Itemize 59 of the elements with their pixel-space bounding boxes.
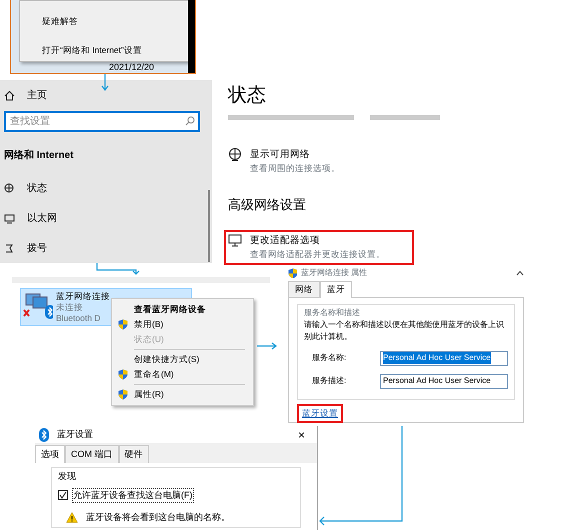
scrollbar [208,190,210,262]
menu-item[interactable]: 疑难解答 [42,15,188,28]
checkbox[interactable] [58,490,68,500]
shield-icon [118,369,128,380]
warning-text: 蓝牙设备将会看到这台电脑的名称。 [86,511,230,524]
text-field[interactable]: Personal Ad Hoc User Service [380,350,508,366]
device-name: Bluetooth D [56,313,102,324]
page-title: 状态 [228,84,267,108]
section-heading: 高级网络设置 [228,196,307,214]
ethernet-icon [4,213,15,224]
tab[interactable]: 选项 [35,444,65,463]
shield-icon [118,319,128,330]
placeholder-bar [370,114,440,120]
shield-icon [118,389,128,400]
nav-item[interactable]: 状态 [27,181,47,196]
connection-name: 蓝牙网络连接 [56,291,110,302]
tab[interactable]: 硬件 [118,444,148,463]
nav-item[interactable]: 主页 [27,88,47,103]
link-title: 更改适配器选项 [250,234,321,248]
shield-icon [288,268,297,278]
search-icon [185,116,195,126]
tab[interactable]: 蓝牙 [320,281,352,298]
link-title: 显示可用网络 [250,148,311,162]
window-title: 蓝牙设置 [57,428,93,441]
group-title: 服务名称和描述 [304,306,361,319]
settings-link[interactable]: 显示可用网络 查看周围的连接选项。 [224,144,394,178]
warning-icon [66,512,78,524]
chevron-icon [516,270,524,276]
instructions-text: 请输入一个名称和描述以便在其他能使用蓝牙的设备上识别此计算机。 [304,318,505,343]
menu-item[interactable]: 打开“网络和 Internet”设置 [42,44,188,56]
settings-link[interactable]: 更改适配器选项 查看网络适配器并更改连接设置。 [224,230,414,265]
network-adapter-icon [23,291,53,321]
menu-item[interactable]: 创建快捷方式(S) [112,352,253,367]
group-title: 发现 [58,470,77,483]
menu-item[interactable]: 属性(R) [112,387,253,402]
nav-item[interactable]: 以太网 [27,211,57,226]
nav-item[interactable]: 拨号 [27,241,47,256]
section-heading: 网络和 Internet [4,148,74,163]
close-button[interactable]: × [298,426,305,444]
taskbar-date: 2021/12/20 [109,61,154,73]
checkmark-icon [59,491,67,500]
menu-item[interactable]: 重命名(M) [112,367,253,382]
monitor-icon [228,234,242,248]
link-description: 查看周围的连接选项。 [250,162,340,174]
tab[interactable]: COM 端口 [65,444,118,463]
window-title: 蓝牙网络连接 属性 [301,267,368,279]
connector-arrow [100,73,110,93]
home-icon [4,90,15,101]
globe-icon [228,148,242,162]
settings-link[interactable]: 蓝牙设置 [297,404,343,422]
link-description: 查看网络适配器并更改连接设置。 [250,248,385,261]
field-label: 服务描述: [312,375,346,388]
tab[interactable]: 网络 [288,281,320,297]
search-field[interactable]: 查找设置 [4,111,200,132]
field-label: 服务名称: [312,352,346,364]
text-field[interactable]: Personal Ad Hoc User Service [380,374,508,389]
connector-arrow [256,341,278,351]
connector-arrow [96,262,140,276]
connection-status: 未连接 [56,302,84,314]
